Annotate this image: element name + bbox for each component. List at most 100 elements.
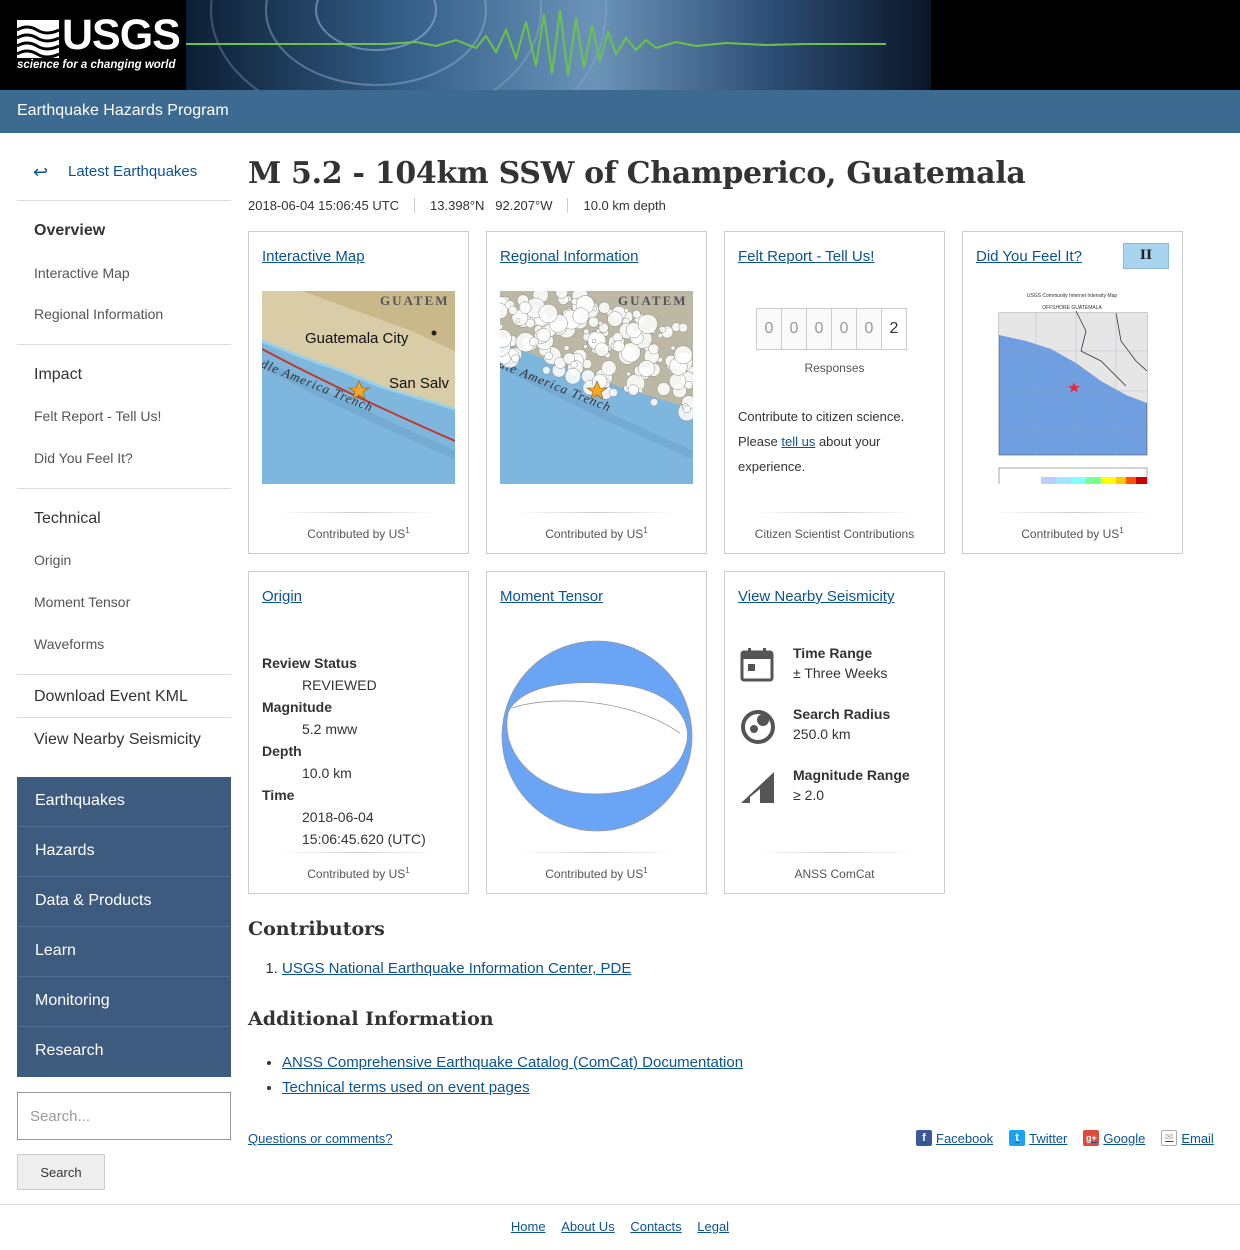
map-label-city: Guatemala City	[305, 330, 409, 347]
footer-contacts-link[interactable]: Contacts	[630, 1219, 681, 1234]
nav-learn[interactable]: Learn	[17, 927, 231, 977]
comcat-documentation-link[interactable]: ANSS Comprehensive Earthquake Catalog (C…	[282, 1054, 743, 1071]
seismicity-dot	[536, 327, 551, 343]
usgs-logo[interactable]: USGS science for a changing world	[0, 0, 186, 90]
contributor-ref[interactable]: 1	[643, 526, 647, 535]
share-facebook[interactable]: f Facebook	[916, 1130, 993, 1146]
share-twitter-label: Twitter	[1029, 1130, 1068, 1146]
regional-information-title[interactable]: Regional Information	[500, 248, 638, 265]
origin-value-depth: 10.0 km	[302, 765, 352, 781]
sidebar-item-felt-report[interactable]: Felt Report - Tell Us!	[34, 408, 161, 424]
card-divider	[517, 512, 676, 513]
seismicity-dot	[592, 306, 598, 311]
origin-title[interactable]: Origin	[262, 588, 302, 605]
moment-tensor-card[interactable]: Moment Tensor Contributed by US1	[486, 571, 707, 894]
footer-legal-link[interactable]: Legal	[697, 1219, 729, 1234]
counter-digit: 0	[781, 308, 807, 350]
contributor-link-neic[interactable]: USGS National Earthquake Information Cen…	[282, 960, 631, 977]
nav-research[interactable]: Research	[17, 1027, 231, 1077]
contributor-ref[interactable]: 1	[405, 866, 409, 875]
view-nearby-seismicity-link[interactable]: View Nearby Seismicity	[34, 731, 201, 749]
program-bar: Earthquake Hazards Program	[0, 90, 1240, 133]
origin-card[interactable]: Origin Review Status REVIEWED Magnitude …	[248, 571, 469, 894]
additional-info-list: ANSS Comprehensive Earthquake Catalog (C…	[248, 1050, 743, 1100]
dyfi-card[interactable]: Did You Feel It? II USGS Community Inter…	[962, 231, 1183, 554]
nav-hazards[interactable]: Hazards	[17, 827, 231, 877]
search-input[interactable]	[17, 1092, 231, 1140]
seismicity-dot	[626, 371, 631, 377]
moment-tensor-title[interactable]: Moment Tensor	[500, 588, 603, 605]
search-button[interactable]: Search	[17, 1154, 105, 1190]
list-item: USGS National Earthquake Information Cen…	[282, 960, 631, 977]
seismicity-dot	[591, 338, 597, 344]
seismicity-dot	[570, 361, 578, 369]
dyfi-map-subtitle: OFFSHORE GUATEMALA	[1042, 305, 1102, 311]
contributed-by: Contributed by US1	[487, 526, 706, 541]
seismicity-dot	[598, 320, 603, 326]
origin-label-time: Time	[262, 787, 295, 803]
origin-value-time: 15:06:45.620 (UTC)	[302, 831, 426, 847]
google-plus-icon: g+	[1083, 1130, 1100, 1146]
interactive-map-title[interactable]: Interactive Map	[262, 248, 365, 265]
nearby-seismicity-card[interactable]: View Nearby Seismicity Time Range ± Thre…	[724, 571, 945, 894]
time-range-value: ± Three Weeks	[793, 665, 888, 681]
program-link[interactable]: Earthquake Hazards Program	[17, 102, 229, 120]
beachball-icon[interactable]	[500, 638, 695, 834]
magnitude-range-row: Magnitude Range ≥ 2.0	[738, 767, 933, 817]
interactive-map-card[interactable]: Interactive Map GUATEM Guatemala City Sa…	[248, 231, 469, 554]
time-range-label: Time Range	[793, 645, 873, 661]
dyfi-map-thumbnail[interactable]: USGS Community Internet Intensity Map OF…	[976, 291, 1169, 484]
sidebar-item-interactive-map[interactable]: Interactive Map	[34, 265, 130, 281]
regional-information-card[interactable]: Regional Information GUATEM dle America …	[486, 231, 707, 554]
nav-data-products[interactable]: Data & Products	[17, 877, 231, 927]
seismicity-dot	[637, 314, 658, 334]
share-twitter[interactable]: t Twitter	[1009, 1130, 1067, 1146]
contributed-by: Contributed by US1	[963, 526, 1182, 541]
seismicity-dot	[607, 311, 623, 327]
share-google[interactable]: g+ Google	[1083, 1130, 1145, 1146]
footer-about-link[interactable]: About Us	[561, 1219, 614, 1234]
sidebar-item-waveforms[interactable]: Waveforms	[34, 636, 104, 652]
seismicity-dot	[609, 388, 618, 398]
seismicity-dot	[518, 301, 532, 314]
regional-information-thumbnail[interactable]: GUATEM dle America Trench	[500, 291, 693, 484]
sidebar-item-dyfi[interactable]: Did You Feel It?	[34, 450, 133, 466]
seismicity-dot	[564, 367, 582, 385]
sidebar-item-overview[interactable]: Overview	[34, 222, 105, 240]
twitter-icon: t	[1009, 1130, 1026, 1146]
interactive-map-thumbnail[interactable]: GUATEM Guatemala City San Salv dle Ameri…	[262, 291, 455, 484]
share-email[interactable]: ✉ Email	[1161, 1130, 1214, 1146]
dyfi-title[interactable]: Did You Feel It?	[976, 248, 1082, 265]
time-range-row: Time Range ± Three Weeks	[738, 645, 933, 695]
sidebar-divider	[17, 717, 231, 718]
contributor-ref[interactable]: 1	[405, 526, 409, 535]
tell-us-link[interactable]: tell us	[781, 434, 815, 449]
seismicity-dot	[682, 404, 691, 414]
technical-terms-link[interactable]: Technical terms used on event pages	[282, 1079, 530, 1096]
sidebar-item-moment-tensor[interactable]: Moment Tensor	[34, 594, 130, 610]
latest-earthquakes-link[interactable]: ↩ Latest Earthquakes	[17, 157, 231, 201]
seismicity-dot	[508, 305, 518, 315]
questions-comments-link[interactable]: Questions or comments?	[248, 1131, 393, 1146]
seismicity-dot	[638, 388, 644, 394]
contributor-ref[interactable]: 1	[1119, 526, 1123, 535]
map-label-city-2: San Salv	[389, 375, 450, 392]
counter-digit: 0	[831, 308, 857, 350]
sidebar-divider	[17, 674, 231, 675]
sidebar-item-impact[interactable]: Impact	[34, 366, 82, 384]
nav-earthquakes[interactable]: Earthquakes	[17, 777, 231, 827]
contributor-ref[interactable]: 1	[643, 866, 647, 875]
download-kml-link[interactable]: Download Event KML	[34, 688, 188, 706]
nav-monitoring[interactable]: Monitoring	[17, 977, 231, 1027]
sidebar-item-origin[interactable]: Origin	[34, 552, 71, 568]
calendar-icon	[740, 648, 774, 682]
felt-report-title[interactable]: Felt Report - Tell Us!	[738, 248, 874, 265]
nearby-seismicity-title[interactable]: View Nearby Seismicity	[738, 588, 894, 605]
felt-report-card[interactable]: Felt Report - Tell Us! 0 0 0 0 0 2 Respo…	[724, 231, 945, 554]
seismicity-dot	[572, 307, 590, 325]
seismicity-dot	[515, 318, 521, 324]
sidebar-item-technical[interactable]: Technical	[34, 510, 101, 528]
footer-home-link[interactable]: Home	[511, 1219, 546, 1234]
sidebar-item-regional-information[interactable]: Regional Information	[34, 306, 163, 322]
counter-digit: 2	[881, 308, 907, 350]
